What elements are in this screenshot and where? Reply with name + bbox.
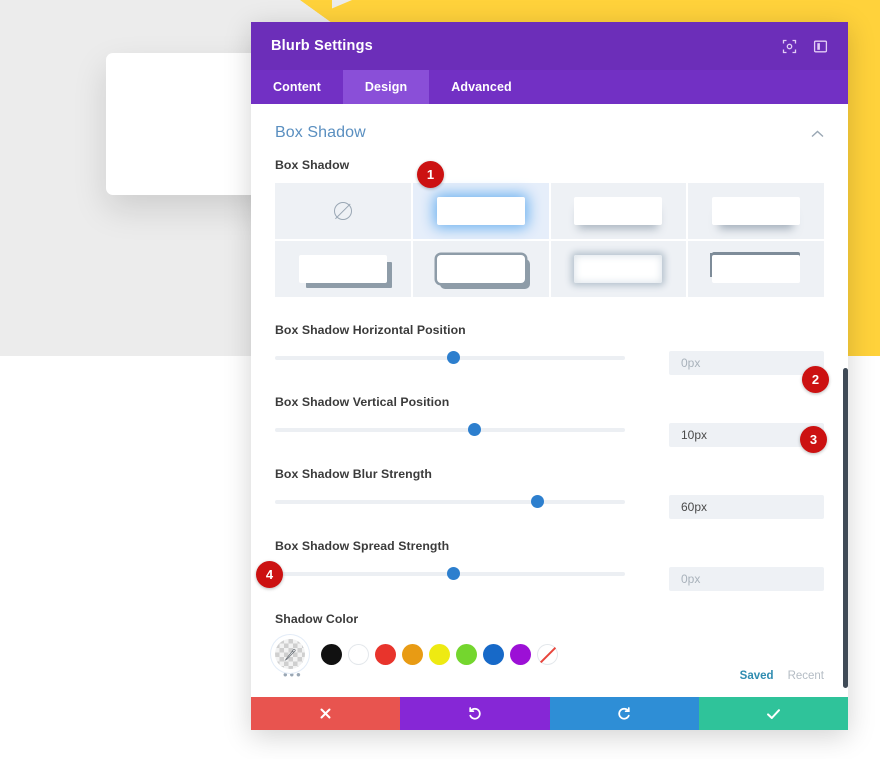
checkmark-icon [766, 708, 780, 719]
box-shadow-preset-field: Box Shadow [251, 158, 848, 297]
preset-none[interactable] [275, 183, 411, 239]
callout-badge-3: 3 [800, 426, 827, 453]
section-title: Box Shadow [275, 124, 366, 141]
swatch-orange[interactable] [402, 643, 423, 665]
preset-top-left-corner[interactable] [688, 241, 824, 297]
swatch-transparent[interactable] [537, 643, 558, 665]
preset-outline-offset[interactable] [412, 241, 549, 297]
preset-top-left-corner-preview [712, 255, 801, 283]
redo-button[interactable] [549, 697, 699, 730]
shadow-color-field: Shadow Color ••• Saved Recent [251, 612, 848, 682]
blurb-settings-modal: Blurb Settings Content Design Advanced B… [251, 22, 848, 730]
callout-badge-1: 1 [417, 161, 444, 188]
focus-expand-icon[interactable] [782, 39, 797, 54]
modal-tabs: Content Design Advanced [251, 70, 848, 104]
slider-knob[interactable] [467, 423, 481, 436]
tab-design[interactable]: Design [342, 70, 430, 104]
chevron-up-icon[interactable] [811, 126, 824, 141]
color-picker-button[interactable] [275, 639, 305, 669]
preset-hard-offset-preview [298, 255, 387, 283]
preset-inner-glow-preview [574, 255, 663, 283]
modal-footer [251, 697, 848, 730]
scrollbar-thumb[interactable] [843, 368, 848, 688]
tab-recent-colors[interactable]: Recent [788, 670, 824, 682]
color-palette-tabs: Saved Recent [740, 670, 824, 682]
blur-strength-input[interactable]: 60px [669, 495, 824, 519]
box-shadow-preset-grid [275, 183, 824, 297]
modal-header: Blurb Settings [251, 22, 848, 70]
tab-content[interactable]: Content [251, 70, 343, 104]
preset-hard-offset[interactable] [275, 241, 411, 297]
slider-track [275, 500, 625, 504]
modal-body: Box Shadow Box Shadow Box Shadow Horizon… [251, 104, 848, 697]
preset-outline-offset-preview [436, 255, 525, 283]
preset-bottom-tight-preview [712, 197, 801, 225]
preset-bottom-soft-preview [574, 197, 663, 225]
slider-label: Box Shadow Vertical Position [275, 395, 450, 409]
slider-label: Box Shadow Spread Strength [275, 539, 450, 553]
slider-spread-strength: Box Shadow Spread Strength 0px [251, 539, 848, 591]
slider-knob[interactable] [446, 351, 460, 364]
no-shadow-icon [333, 202, 352, 220]
slider-vertical-position: Box Shadow Vertical Position 10px [251, 395, 848, 447]
preset-inner-glow[interactable] [550, 241, 687, 297]
panel-layout-icon[interactable] [813, 39, 828, 54]
slider-label: Box Shadow Blur Strength [275, 467, 432, 481]
close-x-icon [320, 708, 331, 719]
preset-glow-preview [436, 197, 525, 225]
undo-icon [469, 707, 481, 720]
vertical-position-slider[interactable] [275, 420, 625, 440]
box-shadow-preset-label: Box Shadow [275, 158, 350, 172]
modal-header-actions [782, 39, 828, 54]
shadow-color-swatches [275, 637, 824, 671]
preset-bottom-soft[interactable] [550, 183, 687, 239]
shadow-color-label: Shadow Color [275, 612, 359, 626]
slider-label: Box Shadow Horizontal Position [275, 323, 466, 337]
callout-badge-4: 4 [256, 561, 283, 588]
slider-track [275, 428, 625, 432]
undo-button[interactable] [400, 697, 550, 730]
save-button[interactable] [698, 697, 848, 730]
swatch-white[interactable] [348, 643, 369, 665]
horizontal-position-input[interactable]: 0px [669, 351, 824, 375]
cancel-button[interactable] [251, 697, 401, 730]
tab-advanced[interactable]: Advanced [429, 70, 534, 104]
horizontal-position-slider[interactable] [275, 348, 625, 368]
box-shadow-section-header[interactable]: Box Shadow [251, 104, 848, 158]
blur-strength-slider[interactable] [275, 492, 625, 512]
background-yellow-diagonal [300, 0, 332, 23]
preset-glow[interactable] [412, 183, 549, 239]
swatch-green[interactable] [456, 643, 477, 665]
slider-knob[interactable] [530, 495, 544, 508]
swatch-yellow[interactable] [429, 643, 450, 665]
swatch-black[interactable] [321, 643, 342, 665]
swatch-red[interactable] [375, 643, 396, 665]
eyedropper-icon [283, 648, 296, 661]
swatch-blue[interactable] [483, 643, 504, 665]
preset-bottom-tight[interactable] [688, 183, 824, 239]
spread-strength-input[interactable]: 0px [669, 567, 824, 591]
redo-icon [618, 707, 630, 720]
swatch-purple[interactable] [510, 643, 531, 665]
page-title: Blurb Settings [271, 38, 373, 54]
slider-blur-strength: Box Shadow Blur Strength 60px [251, 467, 848, 519]
tab-saved-colors[interactable]: Saved [740, 670, 774, 682]
slider-horizontal-position: Box Shadow Horizontal Position 0px [251, 323, 848, 375]
slider-knob[interactable] [446, 567, 460, 580]
callout-badge-2: 2 [802, 366, 829, 393]
spread-strength-slider[interactable] [275, 564, 625, 584]
